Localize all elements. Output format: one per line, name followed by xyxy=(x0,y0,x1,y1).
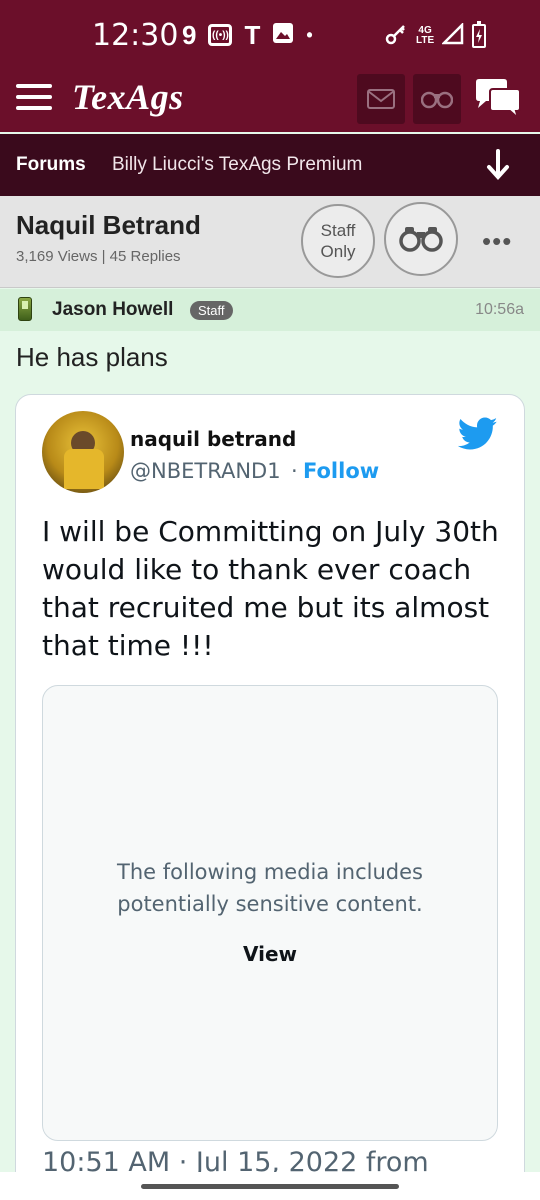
binoculars-icon xyxy=(399,227,443,252)
tweet-embed[interactable]: naquil betrand @NBETRAND1 · Follow I wil… xyxy=(15,394,525,1200)
menu-icon[interactable] xyxy=(16,84,52,110)
app-bar: TexAgs xyxy=(0,70,540,132)
texags-logo[interactable]: TexAgs xyxy=(72,76,184,118)
arrow-down-icon[interactable] xyxy=(484,148,512,182)
key-icon xyxy=(384,22,408,51)
network-label-bottom: LTE xyxy=(416,35,435,46)
envelope-icon xyxy=(367,89,395,109)
staff-only-line1: Staff xyxy=(320,221,356,240)
breadcrumb: Forums Billy Liucci's TexAgs Premium xyxy=(0,134,540,196)
gesture-handle[interactable] xyxy=(141,1184,399,1189)
twitter-bird-icon[interactable] xyxy=(458,417,498,451)
sensitive-media-placeholder[interactable]: The following media includes potentially… xyxy=(42,685,498,1141)
thread-stats: 3,169 Views | 45 Replies xyxy=(16,248,181,265)
dot-icon: • xyxy=(306,25,313,45)
status-time: 12:30 xyxy=(92,18,179,53)
post-time: 10:56a xyxy=(475,301,524,318)
view-media-button[interactable]: View xyxy=(43,942,497,966)
tweet-text: I will be Committing on July 30th would … xyxy=(42,515,499,662)
more-options-button[interactable]: ••• xyxy=(482,226,512,257)
sensitive-media-message: The following media includes potentially… xyxy=(117,860,423,916)
image-icon xyxy=(272,22,294,49)
status-bar: 12:30 9 ((•)) T • 4G LTE xyxy=(0,0,540,70)
nine-icon: 9 xyxy=(182,20,197,50)
messages-button[interactable] xyxy=(357,74,405,124)
staff-badge: Staff xyxy=(190,301,233,320)
breadcrumb-board[interactable]: Billy Liucci's TexAgs Premium xyxy=(112,154,362,176)
tweet-handle[interactable]: @NBETRAND1 xyxy=(130,459,281,483)
network-type: 4G LTE xyxy=(416,26,434,46)
battery-icon xyxy=(472,21,487,48)
binoculars-icon xyxy=(421,91,453,109)
notification-icons: 9 ((•)) T • xyxy=(182,20,313,50)
signal-icon xyxy=(441,21,464,50)
follow-link[interactable]: Follow xyxy=(303,459,379,483)
thread-title: Naquil Betrand xyxy=(16,210,201,240)
t-mobile-icon: T xyxy=(244,20,261,50)
avatar[interactable] xyxy=(42,411,124,493)
post-text: He has plans xyxy=(16,342,168,372)
staff-only-button[interactable]: Staff Only xyxy=(301,204,375,278)
phone-icon xyxy=(18,297,32,321)
tweet-separator: · xyxy=(291,459,298,483)
thread-header: Naquil Betrand 3,169 Views | 45 Replies … xyxy=(0,196,540,288)
radio-icon: ((•)) xyxy=(208,24,233,46)
tweet-author-name[interactable]: naquil betrand xyxy=(130,427,296,451)
watched-threads-button[interactable] xyxy=(413,74,461,124)
system-icons: 4G LTE xyxy=(384,21,487,51)
staff-only-line2: Only xyxy=(320,242,356,261)
post-header: Jason Howell Staff 10:56a xyxy=(0,289,540,331)
chat-icon[interactable] xyxy=(474,78,522,120)
post-author[interactable]: Jason Howell xyxy=(52,299,173,321)
watch-thread-button[interactable] xyxy=(384,202,458,276)
breadcrumb-forums[interactable]: Forums xyxy=(16,154,86,176)
